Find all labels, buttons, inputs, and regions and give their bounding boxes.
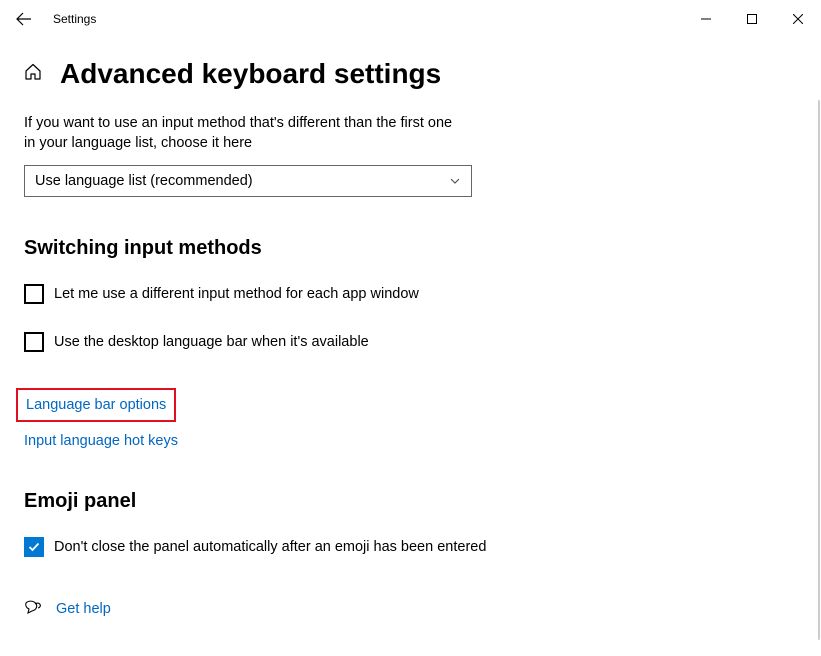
dropdown-value: Use language list (recommended) xyxy=(35,173,253,189)
checkbox-per-app[interactable] xyxy=(24,284,44,304)
close-icon xyxy=(793,14,803,24)
app-title: Settings xyxy=(53,12,96,26)
checkbox-label-desktop-langbar: Use the desktop language bar when it's a… xyxy=(54,334,369,350)
get-help-row[interactable]: Get help xyxy=(24,597,797,620)
input-method-dropdown[interactable]: Use language list (recommended) xyxy=(24,165,472,197)
scrollbar-thumb[interactable] xyxy=(818,100,820,640)
titlebar: Settings xyxy=(0,0,821,38)
link-input-language-hotkeys[interactable]: Input language hot keys xyxy=(24,433,178,449)
checkbox-emoji-panel[interactable] xyxy=(24,537,44,557)
minimize-icon xyxy=(701,14,711,24)
content: Advanced keyboard settings If you want t… xyxy=(0,38,821,644)
checkbox-label-emoji-panel: Don't close the panel automatically afte… xyxy=(54,539,486,555)
checkbox-row-desktop-langbar: Use the desktop language bar when it's a… xyxy=(24,332,797,352)
maximize-button[interactable] xyxy=(729,3,775,35)
minimize-button[interactable] xyxy=(683,3,729,35)
close-button[interactable] xyxy=(775,3,821,35)
checkbox-row-emoji-panel: Don't close the panel automatically afte… xyxy=(24,537,797,557)
page-header: Advanced keyboard settings xyxy=(24,58,797,90)
titlebar-left: Settings xyxy=(0,0,683,38)
link-language-bar-options[interactable]: Language bar options xyxy=(26,397,166,413)
page-title: Advanced keyboard settings xyxy=(60,58,441,90)
section-heading-emoji: Emoji panel xyxy=(24,490,797,513)
home-icon[interactable] xyxy=(24,63,42,86)
help-icon xyxy=(24,597,42,620)
arrow-left-icon xyxy=(16,11,32,27)
checkbox-desktop-langbar[interactable] xyxy=(24,332,44,352)
checkbox-row-per-app: Let me use a different input method for … xyxy=(24,284,797,304)
highlight-box: Language bar options xyxy=(16,388,176,422)
maximize-icon xyxy=(747,14,757,24)
home-icon-svg xyxy=(24,63,42,81)
chevron-down-icon xyxy=(449,175,461,187)
intro-text: If you want to use an input method that'… xyxy=(24,114,454,153)
checkbox-label-per-app: Let me use a different input method for … xyxy=(54,286,419,302)
checkmark-icon xyxy=(27,540,41,554)
link-get-help[interactable]: Get help xyxy=(56,601,111,617)
section-heading-switching: Switching input methods xyxy=(24,237,797,260)
window-controls xyxy=(683,3,821,35)
back-button[interactable] xyxy=(0,0,48,38)
